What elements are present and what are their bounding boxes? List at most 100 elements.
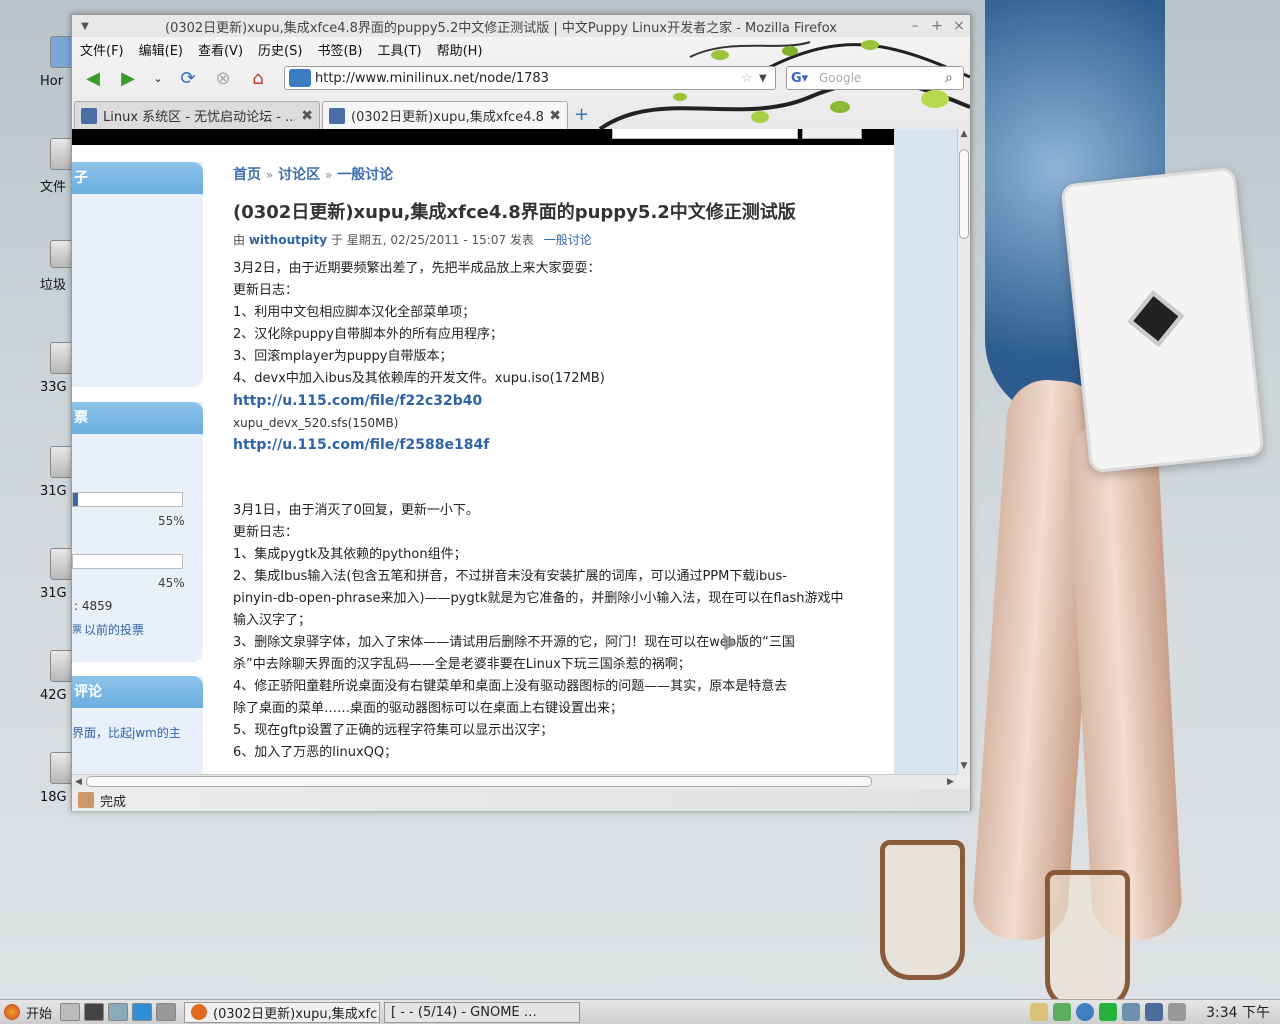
maximize-button[interactable]: + [926,18,948,34]
tray-globe-icon[interactable] [1145,1003,1164,1021]
breadcrumb-forum[interactable]: 讨论区 [278,167,320,183]
taskbar-firefox[interactable]: (0302日更新)xupu,集成xfc… [184,1001,381,1023]
status-icon [78,792,94,808]
quicklaunch-web-icon[interactable] [108,1003,129,1021]
post-line: 除了桌面的菜单……桌面的驱动器图标可以在桌面上右键设置出来； [233,701,624,716]
url-dropdown-icon[interactable]: ▼ [759,73,775,84]
start-button[interactable]: 开始 [0,1000,60,1024]
author-link[interactable]: withoutpity [249,233,327,247]
page-title: (0302日更新)xupu,集成xfce4.8界面的puppy5.2中文修正测试… [233,202,796,223]
quicklaunch-terminal-icon[interactable] [84,1003,105,1021]
old-polls-link[interactable]: 以前的投票 [84,621,144,638]
download-link[interactable]: http://u.115.com/file/f2588e184f [233,434,873,456]
menu-edit[interactable]: 编辑(E) [139,40,183,59]
scroll-right-icon[interactable]: ▶ [944,775,957,789]
stop-icon[interactable]: ⊗ [210,65,236,91]
search-engine-icon[interactable]: G▾ [787,68,819,88]
page-viewport: 子 票 55% 45% : 4859 票 以前的投票 评论 界面，比起jwm的主… [72,129,957,774]
site-favicon-icon [289,69,311,87]
tray-connection-icon[interactable] [1122,1003,1141,1021]
post-line: pinyin-db-open-phrase来加入)——pygtk就是为它准备的，… [233,591,844,606]
tray-network-icon[interactable] [1076,1003,1095,1021]
search-icon[interactable]: ⌕ [945,70,963,86]
poll-percent: 55% [158,514,185,528]
menu-tools[interactable]: 工具(T) [378,40,422,59]
scroll-thumb[interactable] [86,776,872,787]
back-arrow-icon[interactable]: ◀ [80,65,106,91]
home-icon[interactable]: ⌂ [245,65,271,91]
post-line: 输入汉字了； [233,613,312,628]
tray-notes-icon[interactable] [1030,1003,1049,1021]
post-line: 3月1日，由于消灭了0回复，更新一小下。 [233,503,479,518]
breadcrumb-home[interactable]: 首页 [233,167,261,183]
horizontal-scrollbar[interactable]: ◀ ▶ [72,774,957,789]
poll-bar [72,554,183,569]
tab-close-icon[interactable]: ✖ [301,108,313,124]
post-line: 2、集成Ibus输入法(包含五笔和拼音，不过拼音未没有安装扩展的词库，可以通过P… [233,569,787,584]
post-line [233,456,873,478]
system-tray: 3:34 下午 [1025,1002,1280,1022]
tab-linux-forum[interactable]: Linux 系统区 - 无忧启动论坛 - ... ✖ [74,101,320,129]
post-line: 1、利用中文包相应脚本汉化全部菜单项； [233,305,476,320]
post-line: 4、devx中加入ibus及其依赖库的开发文件。xupu.iso(172MB) [233,371,605,386]
post-line: 更新日志： [233,283,299,298]
post-line: 4、修正骄阳童鞋所说桌面没有右键菜单和桌面上没有驱动器图标的问题——其实，原本是… [233,679,788,694]
menu-history[interactable]: 历史(S) [258,40,302,59]
window-titlebar[interactable]: ▼ (0302日更新)xupu,集成xfce4.8界面的puppy5.2中文修正… [72,15,970,37]
history-dropdown-icon[interactable]: ⌄ [150,65,166,91]
scroll-up-icon[interactable]: ▲ [958,129,970,142]
close-button[interactable]: × [948,18,970,34]
wallpaper-handbag [1060,166,1265,474]
post-line: 6、加入了万恶的linuxQQ； [233,745,398,760]
tab-close-icon[interactable]: ✖ [549,108,561,124]
sidebar-block-header: 评论 [72,676,203,708]
breadcrumb-general[interactable]: 一般讨论 [337,167,393,183]
quicklaunch-desktop-icon[interactable] [60,1003,81,1021]
forward-arrow-icon[interactable]: ▶ [115,65,141,91]
wallpaper-leg [1066,418,1184,942]
scroll-thumb[interactable] [959,149,969,239]
recent-comment-link[interactable]: 界面，比起jwm的主 [72,724,181,741]
menu-bookmarks[interactable]: 书签(B) [317,40,362,59]
browser-toolbar-area: 文件(F) 编辑(E) 查看(V) 历史(S) 书签(B) 工具(T) 帮助(H… [72,37,970,129]
scroll-left-icon[interactable]: ◀ [72,775,85,789]
old-polls-prefix: 票 [72,625,82,636]
tab-xupu-article[interactable]: (0302日更新)xupu,集成xfce4.8... ✖ [322,101,568,129]
search-bar[interactable]: G▾ Google ⌕ [786,66,964,90]
page-search-button[interactable] [802,129,862,139]
poll-bar-fill [73,493,79,506]
page-search-input[interactable] [612,129,798,139]
tray-battery-icon[interactable] [1099,1003,1118,1021]
url-bar[interactable]: http://www.minilinux.net/node/1783 ☆ ▼ [284,66,776,90]
clock: 3:34 下午 [1206,1005,1270,1021]
tray-volume-icon[interactable] [1168,1003,1187,1021]
menu-file[interactable]: 文件(F) [80,40,124,59]
download-link[interactable]: http://u.115.com/file/f22c32b40 [233,390,873,412]
menu-help[interactable]: 帮助(H) [437,40,483,59]
post-body: 3月2日，由于近期要频繁出差了，先把半成品放上来大家耍耍： 更新日志： 1、利用中文… [233,258,873,764]
category-link[interactable]: 一般讨论 [544,233,592,247]
window-menu-icon[interactable]: ▼ [72,21,98,32]
quicklaunch-workspace-2-icon[interactable] [156,1003,177,1021]
taskbar-gnome-task[interactable]: [ - - (5/14) - GNOME … [384,1001,581,1023]
post-line: 5、现在gftp设置了正确的远程字符集可以显示出汉字； [233,723,554,738]
breadcrumb-separator: » [324,168,333,182]
reload-icon[interactable]: ⟳ [175,65,201,91]
navigation-toolbar: ◀ ▶ ⌄ ⟳ ⊗ ⌂ http://www.minilinux.net/nod… [72,61,970,95]
post-line: 更新日志： [233,525,299,540]
minimize-button[interactable]: – [904,18,926,34]
post-line: 杀”中去除聊天界面的汉字乱码——全是老婆非要在Linux下玩三国杀惹的祸啊； [233,657,691,672]
tray-monitor-icon[interactable] [1053,1003,1072,1021]
bookmark-star-icon[interactable]: ☆ [741,71,759,86]
vertical-scrollbar[interactable]: ▲ ▼ [957,129,970,774]
new-tab-icon[interactable]: + [574,104,589,125]
tab-favicon-icon [81,107,97,124]
menu-view[interactable]: 查看(V) [198,40,243,59]
post-line: 3、回滚mplayer为puppy自带版本； [233,349,453,364]
scroll-down-icon[interactable]: ▼ [958,761,970,774]
post-line [233,478,873,500]
taskbar: 开始 (0302日更新)xupu,集成xfc… [ - - (5/14) - G… [0,999,1280,1024]
search-placeholder[interactable]: Google [819,71,945,85]
url-text[interactable]: http://www.minilinux.net/node/1783 [315,71,741,86]
quicklaunch-workspace-1-icon[interactable] [132,1003,153,1021]
